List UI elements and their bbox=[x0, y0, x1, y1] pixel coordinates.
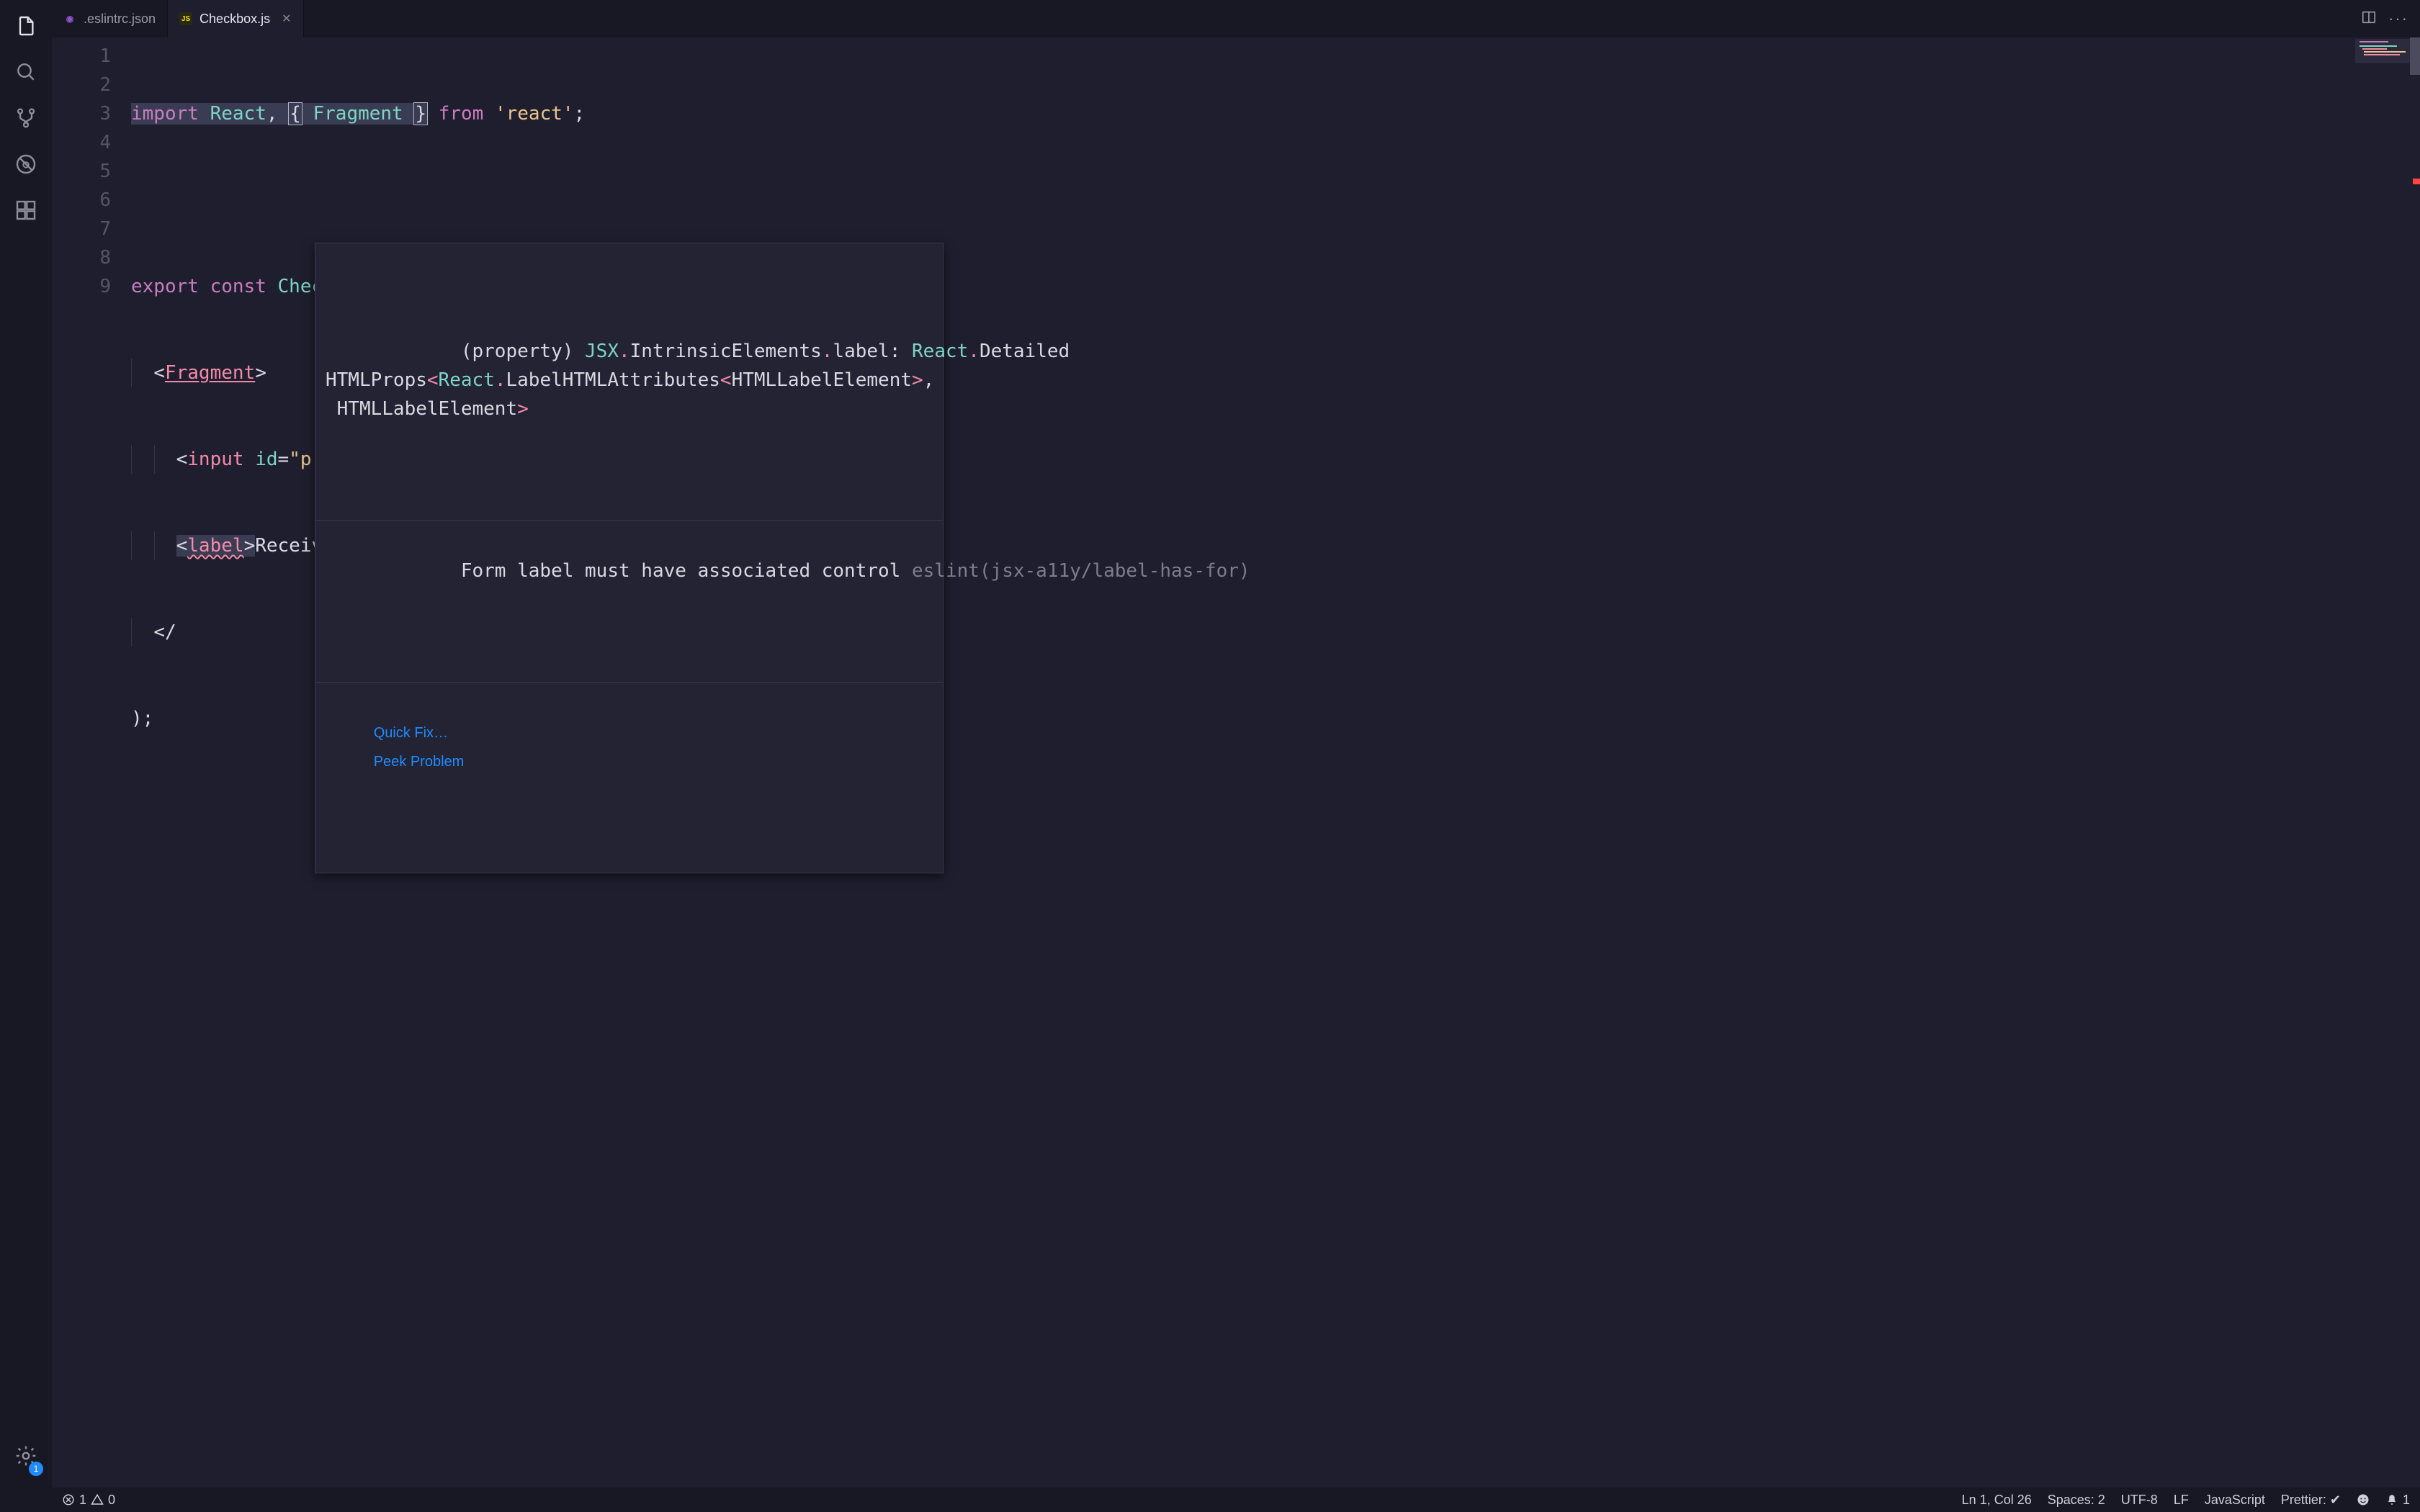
debug-icon[interactable] bbox=[13, 151, 39, 177]
tab-label: Checkbox.js bbox=[200, 12, 270, 27]
settings-update-badge[interactable]: 1 bbox=[29, 1462, 43, 1476]
notifications-button[interactable]: 1 bbox=[2385, 1493, 2410, 1508]
js-icon: JS bbox=[179, 12, 192, 25]
activity-bar: 1 bbox=[0, 0, 52, 1512]
hover-actions: Quick Fix… Peek Problem bbox=[315, 682, 943, 815]
peek-problem-link[interactable]: Peek Problem bbox=[374, 754, 465, 770]
close-icon[interactable]: ✕ bbox=[282, 12, 291, 26]
error-marker[interactable] bbox=[2413, 179, 2420, 184]
explorer-icon[interactable] bbox=[13, 13, 39, 39]
notification-count: 1 bbox=[2403, 1493, 2410, 1508]
search-icon[interactable] bbox=[13, 59, 39, 85]
tab-label: .eslintrc.json bbox=[84, 12, 156, 27]
feedback-icon[interactable] bbox=[2357, 1493, 2370, 1506]
minimap[interactable] bbox=[2355, 39, 2419, 63]
eol-status[interactable]: LF bbox=[2174, 1493, 2189, 1508]
encoding-status[interactable]: UTF-8 bbox=[2121, 1493, 2158, 1508]
warning-count: 0 bbox=[108, 1493, 115, 1508]
prettier-status[interactable]: Prettier: ✔ bbox=[2281, 1493, 2341, 1508]
main-column: ◉ .eslintrc.json JS Checkbox.js ✕ ··· 12… bbox=[52, 0, 2420, 1512]
tab-bar: ◉ .eslintrc.json JS Checkbox.js ✕ ··· bbox=[52, 0, 2420, 37]
indentation-status[interactable]: Spaces: 2 bbox=[2048, 1493, 2105, 1508]
hover-tooltip: (property) JSX.IntrinsicElements.label: … bbox=[315, 243, 944, 873]
quick-fix-link[interactable]: Quick Fix… bbox=[374, 725, 448, 741]
editor[interactable]: 123 456 789 import React, { Fragment } f… bbox=[52, 37, 2420, 1488]
extensions-icon[interactable] bbox=[13, 197, 39, 223]
hover-signature: (property) JSX.IntrinsicElements.label: … bbox=[315, 301, 943, 462]
language-mode[interactable]: JavaScript bbox=[2205, 1493, 2265, 1508]
cursor-position[interactable]: Ln 1, Col 26 bbox=[1962, 1493, 2032, 1508]
status-bar: 1 0 Ln 1, Col 26 Spaces: 2 UTF-8 LF Java… bbox=[52, 1488, 2420, 1512]
source-control-icon[interactable] bbox=[13, 105, 39, 131]
problems-summary[interactable]: 1 0 bbox=[62, 1493, 115, 1508]
split-editor-icon[interactable] bbox=[2361, 9, 2377, 29]
tab-checkbox-js[interactable]: JS Checkbox.js ✕ bbox=[168, 0, 303, 37]
overview-ruler bbox=[2410, 37, 2420, 1488]
app-root: 1 ◉ .eslintrc.json JS Checkbox.js ✕ ··· bbox=[0, 0, 2420, 1512]
error-count: 1 bbox=[79, 1493, 86, 1508]
code-line: import React, { Fragment } from 'react'; bbox=[131, 99, 2420, 128]
editor-actions: ··· bbox=[2349, 0, 2420, 37]
code-area[interactable]: import React, { Fragment } from 'react';… bbox=[131, 37, 2420, 1488]
tab-eslintrc[interactable]: ◉ .eslintrc.json bbox=[52, 0, 168, 37]
line-number-gutter: 123 456 789 bbox=[52, 37, 131, 1488]
hover-problem: Form label must have associated control … bbox=[315, 520, 943, 624]
eslint-icon: ◉ bbox=[63, 12, 76, 25]
more-actions-icon[interactable]: ··· bbox=[2388, 9, 2408, 28]
